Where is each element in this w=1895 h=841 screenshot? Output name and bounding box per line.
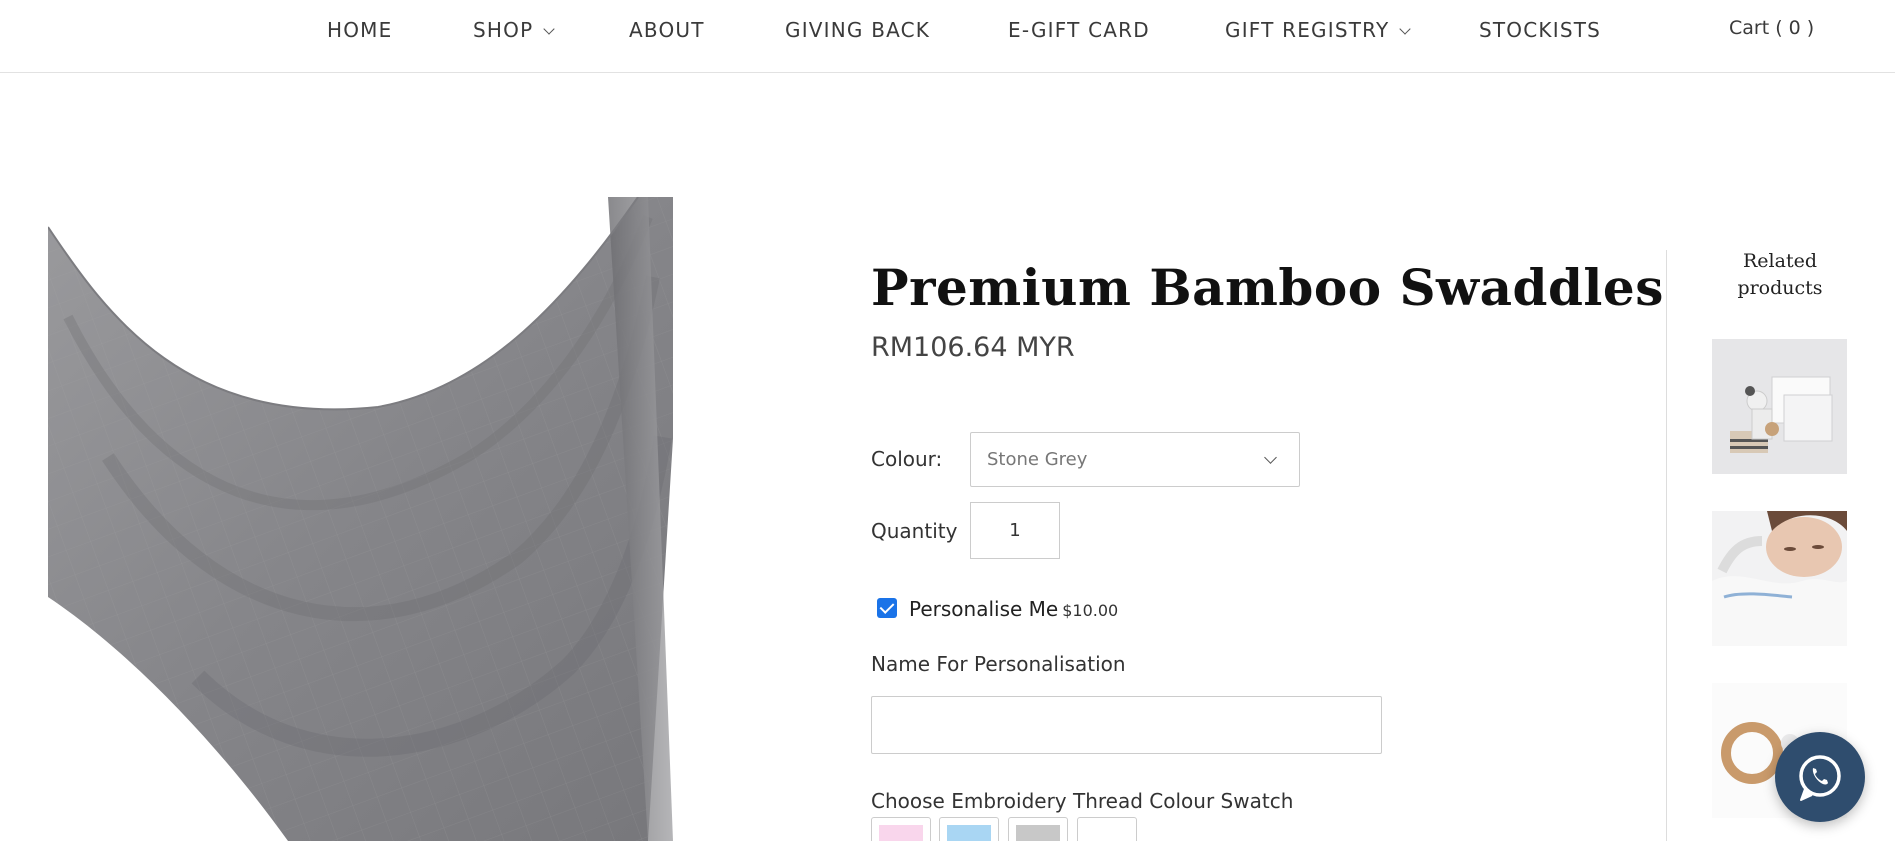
quantity-label: Quantity — [871, 519, 958, 543]
nav-egift-card-link[interactable]: E-GIFT CARD — [1008, 18, 1150, 42]
related-product-blanket[interactable] — [1712, 511, 1847, 646]
nav-about-link[interactable]: ABOUT — [629, 18, 705, 42]
nav-gift-registry-label: GIFT REGISTRY — [1225, 18, 1390, 42]
personalise-label: Personalise Me — [909, 597, 1059, 621]
quantity-input[interactable]: 1 — [970, 502, 1060, 559]
colour-label: Colour: — [871, 447, 943, 471]
personalise-checkbox[interactable] — [877, 598, 897, 618]
sidebar-divider — [1666, 250, 1667, 841]
personalise-fee: $10.00 — [1062, 601, 1119, 620]
nav-gift-registry-link[interactable]: GIFT REGISTRY — [1225, 18, 1412, 42]
swatch-fill — [1085, 825, 1129, 841]
product-image[interactable] — [48, 197, 673, 841]
swatch-pink[interactable] — [871, 817, 931, 841]
product-title: Premium Bamboo Swaddles — [871, 258, 1664, 317]
cart-link[interactable]: Cart ( 0 ) — [1729, 17, 1814, 39]
swatch-label: Choose Embroidery Thread Colour Swatch — [871, 789, 1294, 813]
blanket-photo — [1712, 511, 1847, 646]
nav-giving-back-link[interactable]: GIVING BACK — [785, 18, 930, 42]
name-personalisation-input[interactable] — [871, 696, 1382, 754]
nav-stockists-link[interactable]: STOCKISTS — [1479, 18, 1601, 42]
chevron-down-icon — [1399, 23, 1412, 35]
swaddle-photo — [48, 197, 673, 841]
gift-box-photo — [1712, 339, 1847, 474]
main-navigation: HOME SHOP ABOUT GIVING BACK E-GIFT CARD … — [0, 0, 1895, 73]
product-price: RM106.64 MYR — [871, 332, 1075, 363]
swatch-fill — [879, 825, 923, 841]
related-products-title: Related products — [1737, 250, 1823, 299]
swatch-fill — [947, 825, 991, 841]
nav-home-link[interactable]: HOME — [327, 18, 392, 42]
colour-select[interactable]: Stone Grey — [970, 432, 1300, 487]
colour-select-value: Stone Grey — [987, 449, 1088, 470]
related-product-gift-box[interactable] — [1712, 339, 1847, 474]
chevron-down-icon — [543, 23, 556, 35]
personalise-option[interactable]: Personalise Me $10.00 — [909, 597, 1118, 621]
swatch-white[interactable] — [1077, 817, 1137, 841]
name-personalisation-label: Name For Personalisation — [871, 652, 1126, 676]
swatch-fill — [1016, 825, 1060, 841]
nav-shop-label: SHOP — [473, 18, 534, 42]
whatsapp-chat-button[interactable] — [1775, 732, 1865, 822]
nav-shop-link[interactable]: SHOP — [473, 18, 556, 42]
swatch-grey[interactable] — [1008, 817, 1068, 841]
whatsapp-icon — [1799, 755, 1841, 801]
chevron-down-icon — [1264, 451, 1277, 464]
swatch-blue[interactable] — [939, 817, 999, 841]
